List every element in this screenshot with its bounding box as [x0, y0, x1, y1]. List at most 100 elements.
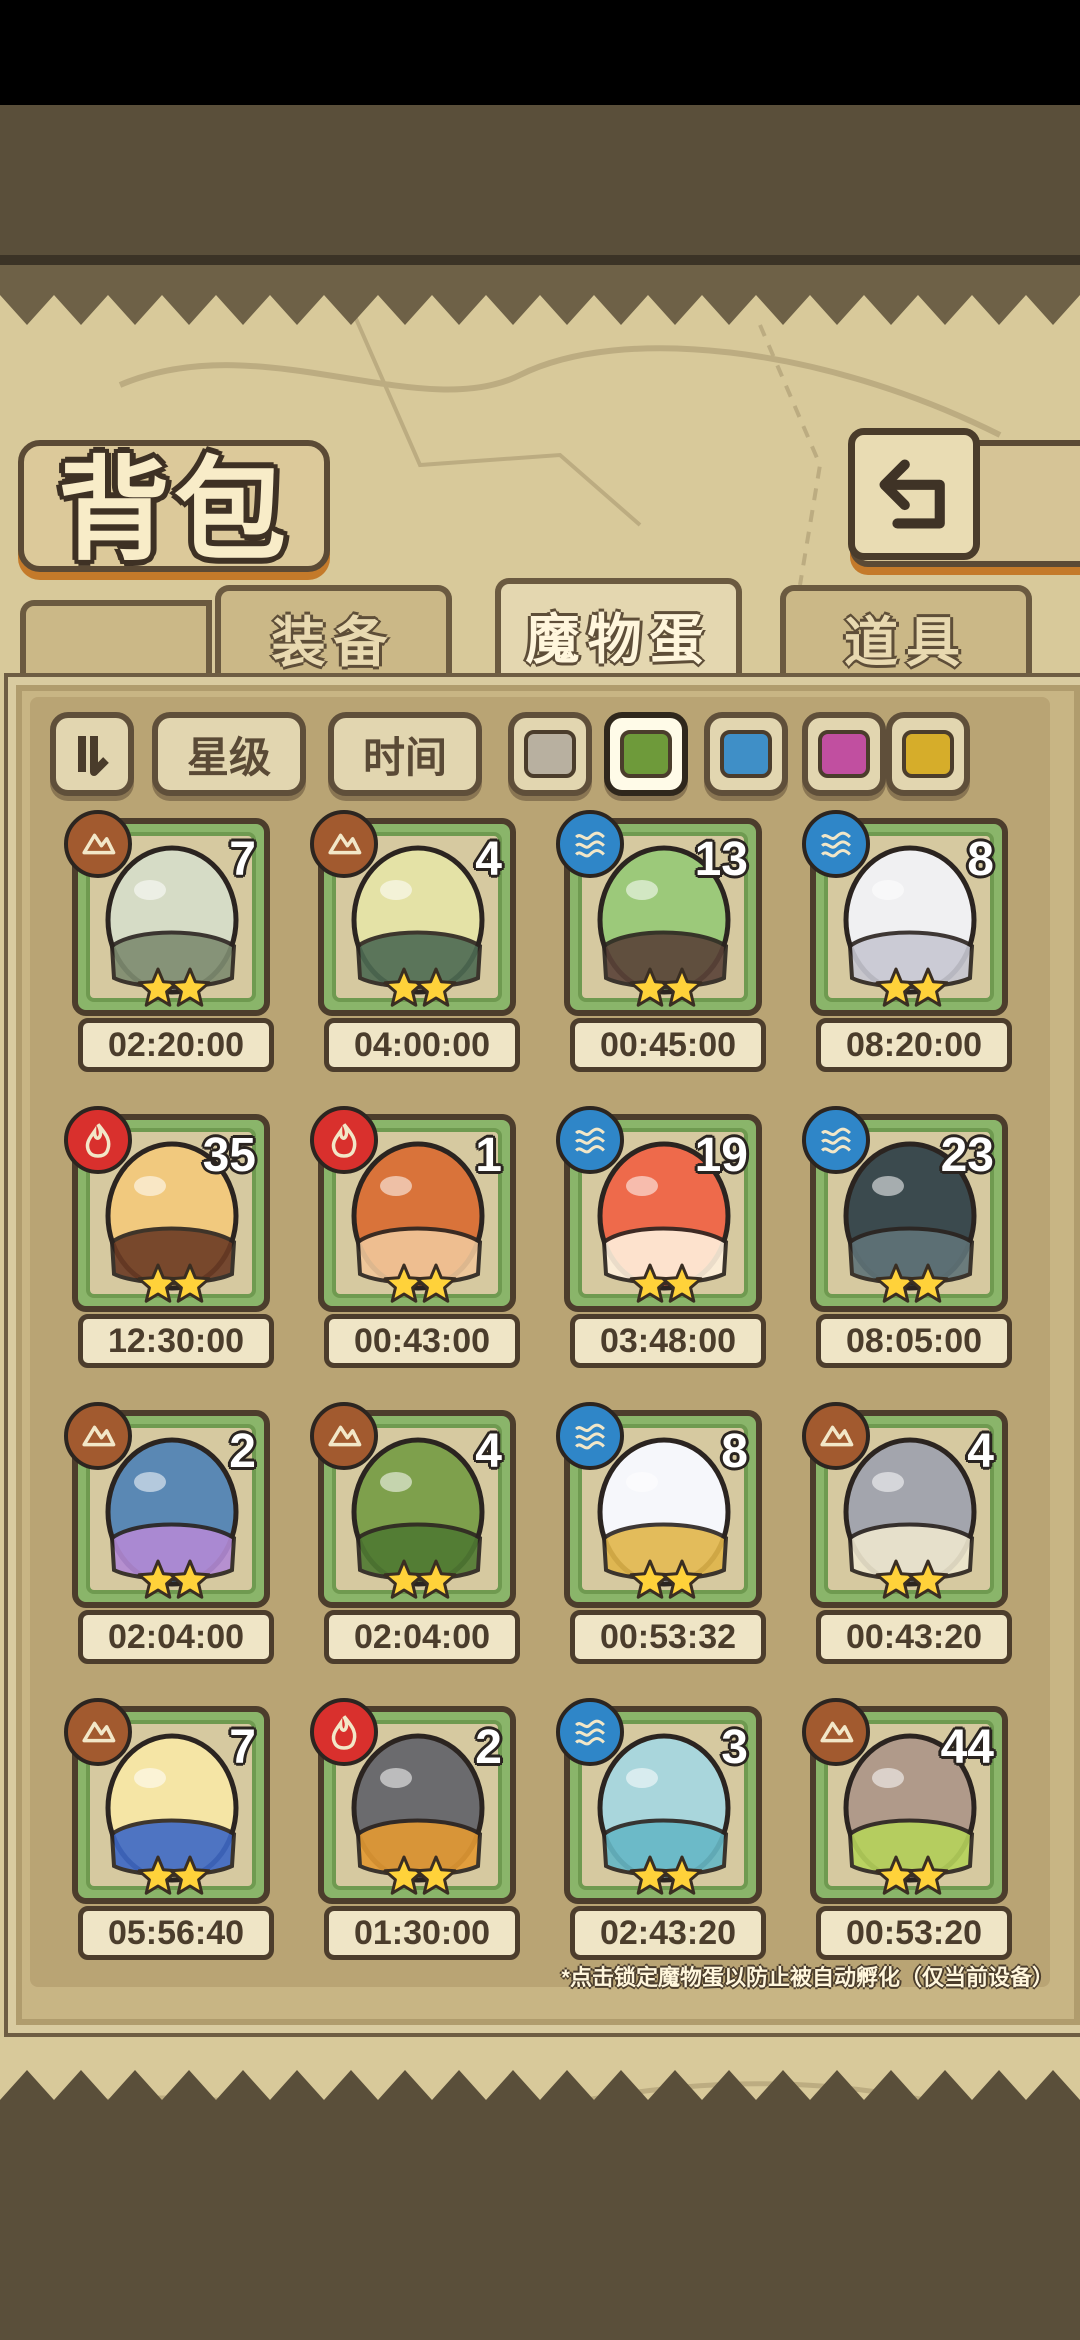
earth-element-icon	[802, 1402, 870, 1470]
earth-element-icon	[64, 1698, 132, 1766]
two-star-rating-icon	[875, 1855, 949, 1895]
egg-slot[interactable]: 2	[310, 1698, 516, 1904]
egg-slot[interactable]: 7	[64, 1698, 270, 1904]
earth-element-icon	[310, 1402, 378, 1470]
two-star-rating-icon	[383, 1855, 457, 1895]
hatch-timer: 01:30:00	[324, 1906, 520, 1960]
hatch-timer: 08:20:00	[816, 1018, 1012, 1072]
earth-element-icon	[64, 1402, 132, 1470]
color-filter-chip[interactable]	[704, 712, 788, 796]
two-star-rating-icon	[629, 1263, 703, 1303]
egg-slot[interactable]: 44	[802, 1698, 1008, 1904]
tab-items[interactable]: 道具	[780, 585, 1032, 683]
hatch-timer: 00:43:00	[324, 1314, 520, 1368]
two-star-rating-icon	[137, 1855, 211, 1895]
tab-equipment[interactable]: 装备	[215, 585, 452, 683]
hatch-timer: 00:43:20	[816, 1610, 1012, 1664]
egg-slot[interactable]: 4	[310, 1402, 516, 1608]
color-swatch	[818, 730, 870, 778]
water-element-icon	[802, 1106, 870, 1174]
hatch-timer: 04:00:00	[324, 1018, 520, 1072]
egg-slot[interactable]: 8	[802, 810, 1008, 1016]
egg-slot[interactable]: 1	[310, 1106, 516, 1312]
egg-slot[interactable]: 4	[310, 810, 516, 1016]
water-element-icon	[556, 1106, 624, 1174]
tab-frame-left	[20, 600, 212, 686]
zigzag-border-top	[0, 265, 1080, 325]
egg-count: 7	[229, 833, 256, 886]
hatch-timer: 00:53:20	[816, 1906, 1012, 1960]
color-filter-chip[interactable]	[886, 712, 970, 796]
color-swatch	[620, 730, 672, 778]
egg-slot[interactable]: 13	[556, 810, 762, 1016]
hatch-timer: 02:20:00	[78, 1018, 274, 1072]
hatch-timer: 00:53:32	[570, 1610, 766, 1664]
earth-element-icon	[64, 810, 132, 878]
lock-hint-note: *点击锁定魔物蛋以防止被自动孵化（仅当前设备）	[561, 1965, 1054, 1990]
two-star-rating-icon	[137, 967, 211, 1007]
egg-slot[interactable]: 8	[556, 1402, 762, 1608]
two-star-rating-icon	[629, 967, 703, 1007]
color-filter-chip[interactable]	[508, 712, 592, 796]
color-swatch	[720, 730, 772, 778]
return-arrow-icon	[879, 459, 945, 529]
two-star-rating-icon	[383, 1559, 457, 1599]
fire-element-icon	[310, 1106, 378, 1174]
hatch-timer: 08:05:00	[816, 1314, 1012, 1368]
water-element-icon	[556, 1402, 624, 1470]
egg-count: 1	[475, 1129, 502, 1182]
egg-count: 2	[475, 1721, 502, 1774]
zigzag-border-bottom	[0, 2070, 1080, 2180]
earth-element-icon	[310, 810, 378, 878]
egg-count: 19	[694, 1129, 748, 1182]
hatch-timer: 05:56:40	[78, 1906, 274, 1960]
egg-slot[interactable]: 7	[64, 810, 270, 1016]
egg-count: 4	[475, 1425, 502, 1478]
water-element-icon	[802, 810, 870, 878]
page-title: 背包	[58, 445, 290, 576]
two-star-rating-icon	[137, 1263, 211, 1303]
two-star-rating-icon	[875, 1559, 949, 1599]
fire-element-icon	[310, 1698, 378, 1766]
egg-slot[interactable]: 2	[64, 1402, 270, 1608]
hatch-timer: 02:04:00	[324, 1610, 520, 1664]
egg-count: 4	[475, 833, 502, 886]
hatch-timer: 12:30:00	[78, 1314, 274, 1368]
bottom-band	[0, 2180, 1080, 2340]
two-star-rating-icon	[383, 1263, 457, 1303]
egg-slot[interactable]: 23	[802, 1106, 1008, 1312]
back-button[interactable]	[848, 428, 980, 560]
two-star-rating-icon	[875, 967, 949, 1007]
hatch-timer: 00:45:00	[570, 1018, 766, 1072]
egg-count: 8	[721, 1425, 748, 1478]
two-star-rating-icon	[875, 1263, 949, 1303]
earth-element-icon	[802, 1698, 870, 1766]
egg-count: 3	[721, 1721, 748, 1774]
color-filter-chip[interactable]	[604, 712, 688, 796]
egg-slot[interactable]: 19	[556, 1106, 762, 1312]
egg-count: 4	[967, 1425, 994, 1478]
top-band	[0, 105, 1080, 265]
egg-count: 23	[940, 1129, 994, 1182]
two-star-rating-icon	[137, 1559, 211, 1599]
sort-toggle-icon	[78, 736, 109, 776]
egg-slot[interactable]: 4	[802, 1402, 1008, 1608]
status-bar	[0, 0, 1080, 105]
color-swatch	[902, 730, 954, 778]
egg-count: 35	[202, 1129, 256, 1182]
sort-order-toggle[interactable]	[50, 712, 134, 796]
egg-count: 7	[229, 1721, 256, 1774]
two-star-rating-icon	[629, 1855, 703, 1895]
tab-monster-eggs[interactable]: 魔物蛋	[495, 578, 742, 684]
egg-slot[interactable]: 35	[64, 1106, 270, 1312]
color-swatch	[524, 730, 576, 778]
hatch-timer: 02:04:00	[78, 1610, 274, 1664]
sort-by-time-button[interactable]: 时间	[328, 712, 482, 796]
hatch-timer: 02:43:20	[570, 1906, 766, 1960]
hatch-timer: 03:48:00	[570, 1314, 766, 1368]
color-filter-chip[interactable]	[802, 712, 886, 796]
egg-slot[interactable]: 3	[556, 1698, 762, 1904]
fire-element-icon	[64, 1106, 132, 1174]
egg-count: 2	[229, 1425, 256, 1478]
sort-by-star-button[interactable]: 星级	[152, 712, 306, 796]
